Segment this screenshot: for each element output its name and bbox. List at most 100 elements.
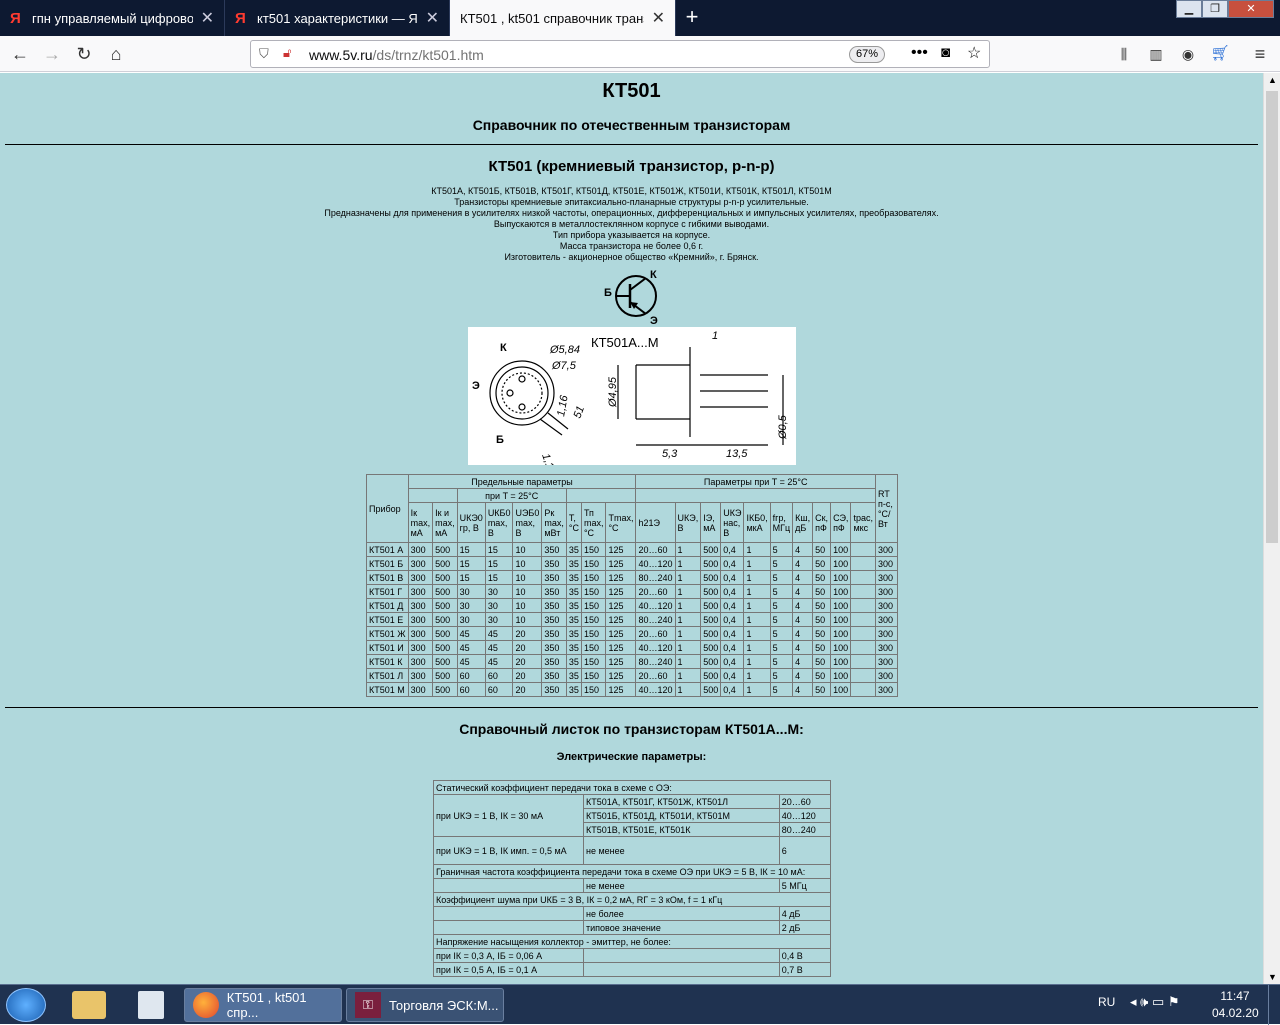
table-cell: КТ501 К	[366, 654, 409, 669]
table-cell: 500	[432, 570, 458, 585]
table-cell: 500	[432, 654, 458, 669]
scroll-up-icon[interactable]: ▲	[1268, 75, 1277, 85]
table-cell: 15	[456, 542, 486, 557]
table-cell: 300	[407, 626, 434, 641]
el-value: 2 дБ	[778, 920, 832, 935]
close-tab-icon[interactable]: ✕	[426, 8, 439, 28]
close-window-button[interactable]: ✕	[1228, 0, 1274, 18]
new-tab-button[interactable]: +	[680, 4, 704, 30]
bookmark-star-icon[interactable]: ☆	[967, 43, 981, 63]
scrollbar-thumb[interactable]	[1266, 91, 1278, 543]
tab-title: гпн управляемый цифровой ...	[32, 10, 193, 26]
table-cell: 35	[565, 598, 582, 613]
calculator-icon[interactable]	[138, 991, 164, 1019]
scroll-down-icon[interactable]: ▼	[1268, 972, 1277, 982]
desc-line: Транзисторы кремниевые эпитаксиально-пла…	[454, 197, 809, 207]
cart-icon[interactable]: 🛒︎	[1208, 42, 1232, 66]
table-cell: КТ501 В	[366, 570, 409, 585]
minimize-button[interactable]: ▁	[1176, 0, 1202, 18]
table-cell: 100	[830, 654, 852, 669]
forward-icon[interactable]: →	[40, 42, 64, 66]
divider	[5, 707, 1258, 708]
reload-icon[interactable]: ↻	[72, 42, 96, 66]
table-cell: 60	[456, 668, 486, 683]
table-cell: 35	[565, 640, 582, 655]
table-cell: 10	[512, 584, 543, 599]
back-icon[interactable]: ←	[8, 42, 32, 66]
account-icon[interactable]: ◉	[1176, 42, 1200, 66]
table-cell: 45	[484, 654, 514, 669]
table-cell: 100	[830, 626, 852, 641]
table-row: КТ501 А 300 500 15 15 10 350 35 150 125 20…60 1 500 0…	[366, 542, 899, 557]
home-icon[interactable]: ⌂	[104, 42, 128, 66]
menu-icon[interactable]: ≡	[1248, 42, 1272, 66]
table-cell: 350	[541, 542, 567, 557]
drawing-pin-b: Б	[496, 434, 504, 446]
table-cell: 350	[541, 626, 567, 641]
tray-icons[interactable]: ◂ 🕪︎ ▭ ⚑	[1130, 994, 1180, 1010]
table-cell	[850, 570, 876, 585]
address-bar[interactable]: ⛉ 🔓︎ www.5v.ru/ds/trnz/kt501.htm 67% •••…	[250, 40, 990, 68]
param-header: IКБ0, мкА	[743, 502, 771, 543]
pocket-icon[interactable]: ◙	[941, 44, 950, 61]
page-actions-icon[interactable]: •••	[911, 44, 928, 62]
taskbar-app[interactable]: ⚿ Торговля ЭСК:М...	[346, 988, 504, 1022]
table-cell: 80…240	[635, 612, 676, 627]
taskbar-label: КТ501 , kt501 спр...	[226, 990, 307, 1020]
table-cell: 1	[743, 682, 771, 697]
param-header: Тп max, °С	[580, 502, 607, 543]
table-cell: 0,4	[720, 640, 745, 655]
table-cell: 50	[812, 542, 832, 557]
shield-icon[interactable]: ⛉	[259, 46, 269, 62]
temp-condition: при T = 25°C	[456, 488, 567, 503]
close-tab-icon[interactable]: ✕	[652, 8, 665, 28]
close-tab-icon[interactable]: ✕	[201, 8, 214, 28]
show-desktop-button[interactable]	[1268, 985, 1280, 1025]
language-indicator[interactable]: RU	[1098, 995, 1115, 1009]
table-row: КТ501 В 300 500 15 15 10 350 35 150 125 80…240 1 500…	[366, 570, 899, 585]
table-cell: 150	[580, 682, 607, 697]
start-button[interactable]	[6, 988, 46, 1022]
table-cell: 300	[407, 682, 434, 697]
table-cell: 300	[874, 570, 899, 585]
vertical-scrollbar[interactable]: ▲ ▼	[1263, 73, 1280, 984]
explorer-icon[interactable]	[72, 991, 106, 1019]
tab-kt501[interactable]: КТ501 , kt501 справочник транзис ✕	[450, 0, 676, 36]
group-params-header: Параметры при T = 25°C	[635, 474, 876, 489]
table-cell: 500	[700, 640, 722, 655]
url-text[interactable]: www.5v.ru/ds/trnz/kt501.htm	[309, 47, 484, 63]
table-cell: 5	[769, 542, 794, 557]
sidebar-icon[interactable]: ▥	[1144, 42, 1168, 66]
table-row: КТ501 Д 300 500 30 30 10 350 35 150 125 40…120 1 500…	[366, 598, 899, 613]
table-cell: 80…240	[635, 654, 676, 669]
table-cell: 1	[674, 584, 702, 599]
table-cell: 350	[541, 556, 567, 571]
table-cell: 150	[580, 626, 607, 641]
table-row: КТ501 И 300 500 45 45 20 350 35 150 125 40…120 1 500…	[366, 640, 899, 655]
table-row: КТ501 Л 300 500 60 60 20 350 35 150 125 20…60 1 500 0…	[366, 668, 899, 683]
library-icon[interactable]: ⫼	[1112, 42, 1136, 66]
table-cell: 20…60	[635, 668, 676, 683]
table-cell: 500	[700, 626, 722, 641]
table-cell: 1	[743, 542, 771, 557]
tab-title: КТ501 , kt501 справочник транзис	[460, 10, 644, 26]
table-cell: 150	[580, 542, 607, 557]
zoom-indicator[interactable]: 67%	[849, 46, 885, 63]
maximize-button[interactable]: ❐	[1202, 0, 1228, 18]
clock[interactable]: 11:47 04.02.20	[1212, 989, 1259, 1020]
tab-yandex-2[interactable]: Я кт501 характеристики — Яндекс ✕	[225, 0, 450, 36]
table-cell: 300	[874, 612, 899, 627]
table-cell: 100	[830, 570, 852, 585]
param-header: tрас, мкс	[850, 502, 876, 543]
taskbar-firefox[interactable]: КТ501 , kt501 спр...	[184, 988, 342, 1022]
insecure-lock-icon[interactable]: 🔓︎	[283, 45, 291, 61]
table-cell: 45	[456, 654, 486, 669]
table-cell: 15	[456, 570, 486, 585]
desc-line: КТ501А, КТ501Б, КТ501В, КТ501Г, КТ501Д, …	[431, 186, 832, 196]
table-cell: 125	[605, 570, 637, 585]
table-cell: 5	[769, 682, 794, 697]
tab-yandex-1[interactable]: Я гпн управляемый цифровой ... ✕	[0, 0, 225, 36]
el-cond: при IК = 0,3 А, IБ = 0,06 А	[433, 948, 584, 963]
table-cell: 500	[700, 556, 722, 571]
table-cell	[850, 668, 876, 683]
